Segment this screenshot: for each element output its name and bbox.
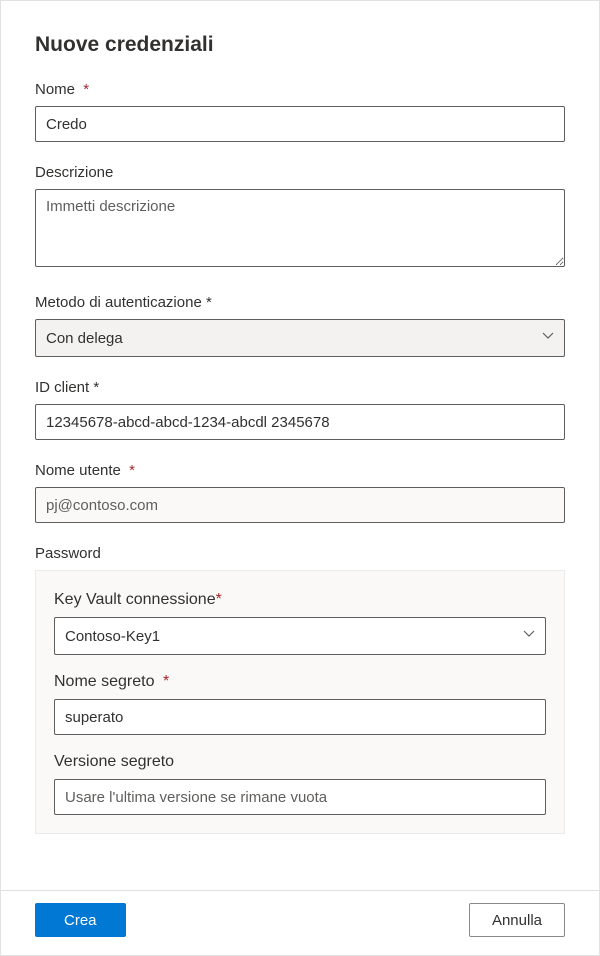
keyvault-label: Key Vault connessione* <box>54 591 546 609</box>
secret-version-label: Versione segreto <box>54 753 546 771</box>
auth-method-select[interactable]: Con delega <box>35 319 565 357</box>
username-field-group: Nome utente * <box>35 462 565 523</box>
password-label: Password <box>35 545 565 562</box>
keyvault-select[interactable]: Contoso-Key1 <box>54 617 546 655</box>
keyvault-label-text: Key Vault connessione <box>54 591 216 608</box>
client-id-input[interactable] <box>35 404 565 440</box>
keyvault-select-wrapper: Contoso-Key1 <box>54 617 546 655</box>
name-label-text: Nome <box>35 81 75 98</box>
username-label: Nome utente * <box>35 462 565 479</box>
create-button[interactable]: Crea <box>35 903 126 937</box>
secret-name-field-group: Nome segreto * <box>54 673 546 735</box>
name-field-group: Nome * <box>35 81 565 142</box>
secret-name-label: Nome segreto * <box>54 673 546 691</box>
name-label: Nome * <box>35 81 565 98</box>
client-id-label: ID client * <box>35 379 565 396</box>
auth-method-field-group: Metodo di autenticazione * Con delega <box>35 294 565 357</box>
password-field-group: Password Key Vault connessione* Contoso-… <box>35 545 565 834</box>
page-title: Nuove credenziali <box>35 33 565 57</box>
client-id-field-group: ID client * <box>35 379 565 440</box>
description-field-group: Descrizione <box>35 164 565 272</box>
required-indicator: * <box>163 673 169 690</box>
secret-version-input[interactable] <box>54 779 546 815</box>
secret-name-label-text: Nome segreto <box>54 673 155 690</box>
description-textarea[interactable] <box>35 189 565 267</box>
name-input[interactable] <box>35 106 565 142</box>
auth-method-label: Metodo di autenticazione * <box>35 294 565 311</box>
username-label-text: Nome utente <box>35 462 121 479</box>
footer: Crea Annulla <box>1 890 599 955</box>
password-box: Key Vault connessione* Contoso-Key1 Nome… <box>35 570 565 834</box>
required-indicator: * <box>216 591 222 608</box>
secret-name-input[interactable] <box>54 699 546 735</box>
auth-method-select-wrapper: Con delega <box>35 319 565 357</box>
description-label: Descrizione <box>35 164 565 181</box>
cancel-button[interactable]: Annulla <box>469 903 565 937</box>
required-indicator: * <box>129 462 135 479</box>
required-indicator: * <box>83 81 89 98</box>
form-content: Nuove credenziali Nome * Descrizione Met… <box>1 1 599 890</box>
secret-version-field-group: Versione segreto <box>54 753 546 815</box>
username-input[interactable] <box>35 487 565 523</box>
keyvault-field-group: Key Vault connessione* Contoso-Key1 <box>54 591 546 655</box>
